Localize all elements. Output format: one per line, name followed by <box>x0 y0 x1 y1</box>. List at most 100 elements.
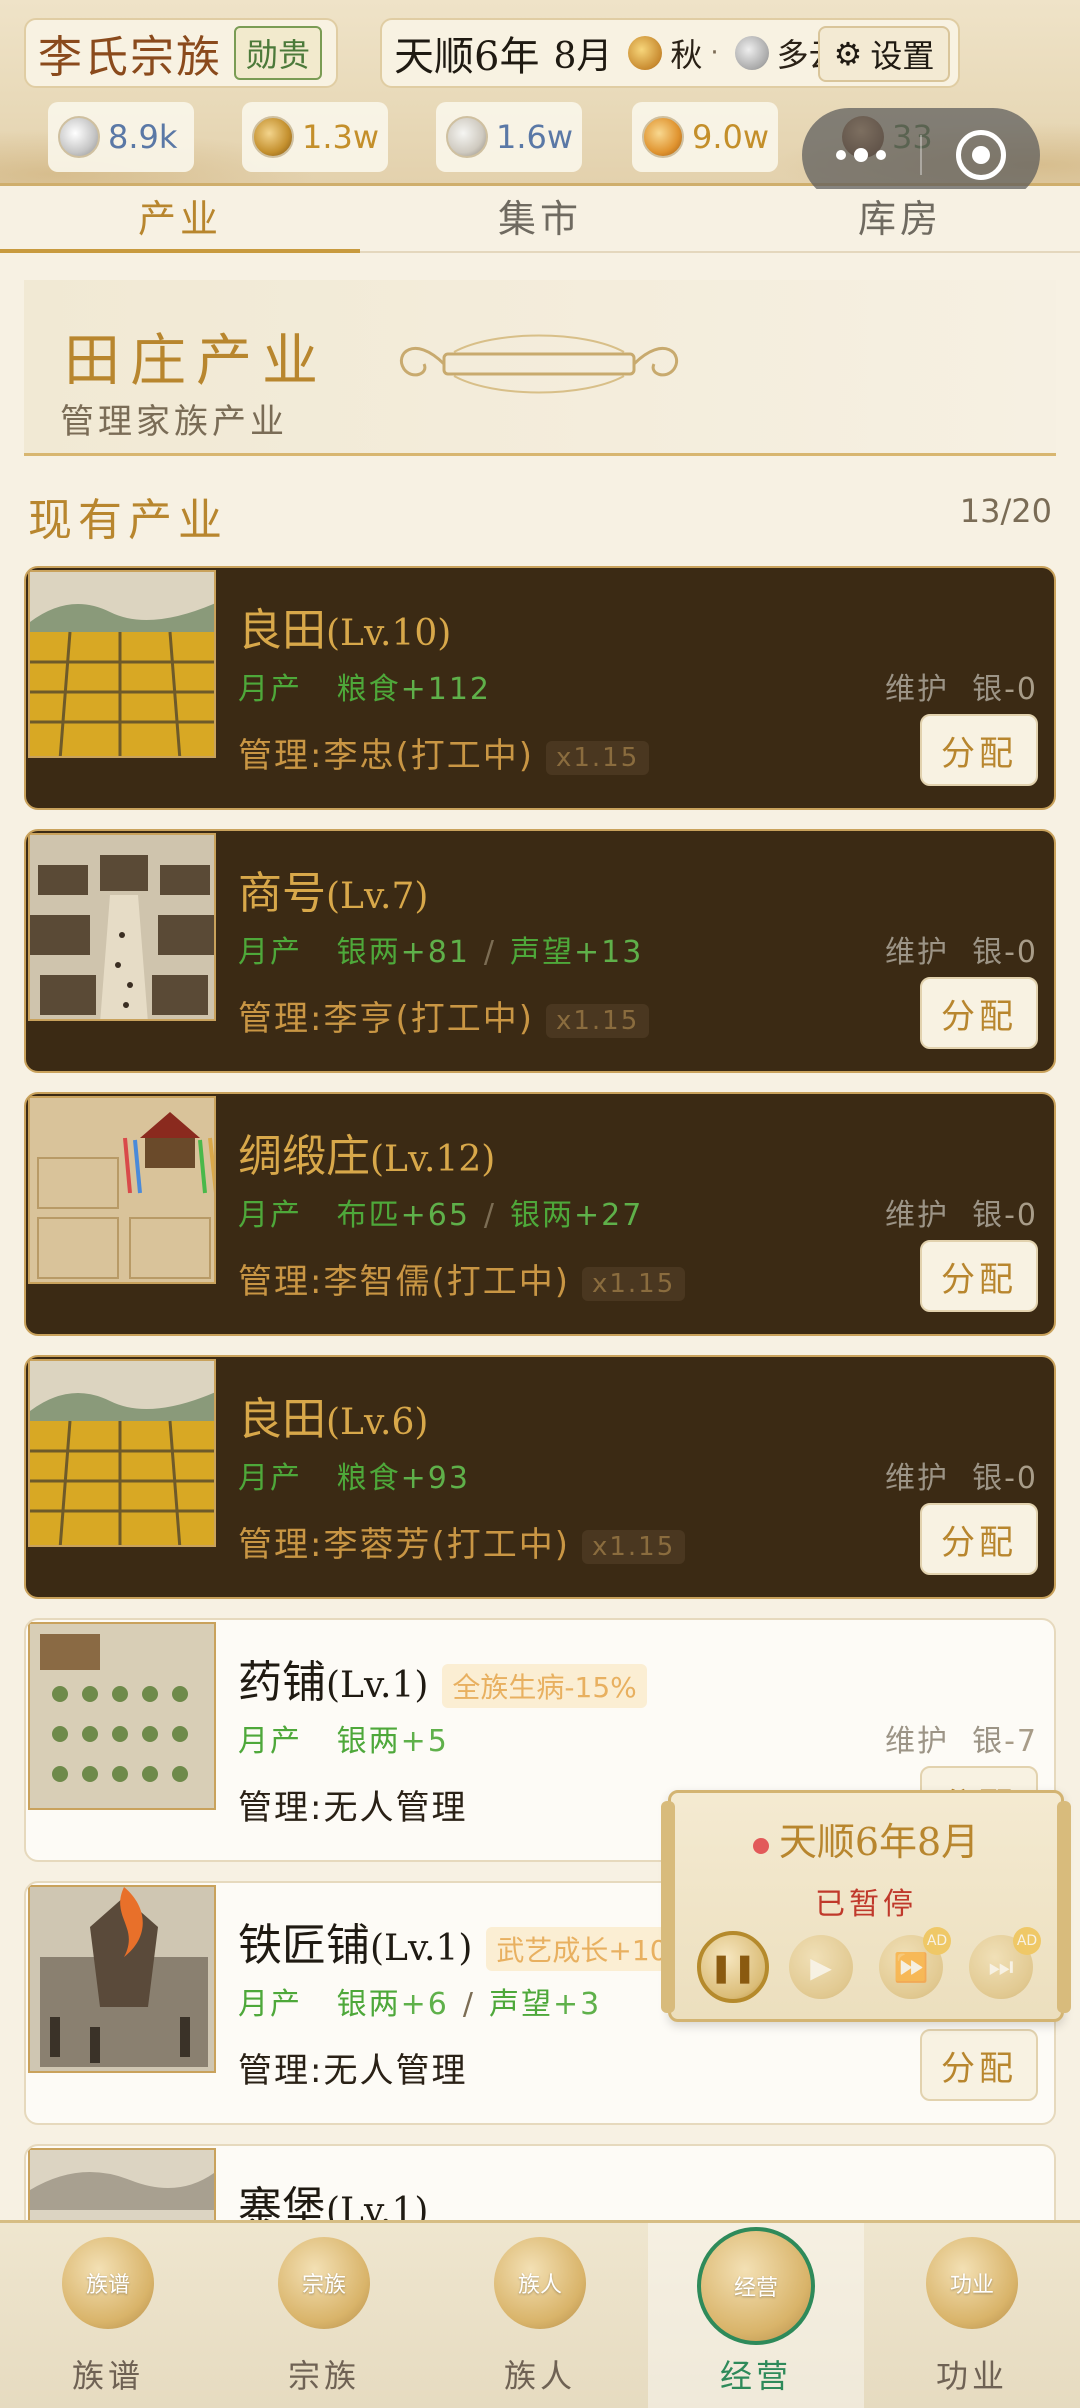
monthly-yield: 月产 布匹+65/银两+27 <box>238 1198 644 1233</box>
resource-value: 9.0w <box>692 118 770 156</box>
fast-forward-button[interactable]: ⏩ AD <box>879 1927 951 1999</box>
clan-name: 李氏宗族 <box>38 32 222 83</box>
settings-button[interactable]: ⚙ 设置 <box>818 26 950 82</box>
property-name: 商号(Lv.7) <box>238 868 429 919</box>
official-hat-icon: 功业 <box>926 2237 1018 2329</box>
silver-icon <box>58 116 100 158</box>
play-button[interactable]: ▶ <box>789 1935 853 1999</box>
season-icon <box>628 36 663 70</box>
property-name: 药铺(Lv.1) 全族生病-15% <box>238 1646 647 1710</box>
multiplier-badge: x1.15 <box>581 1266 686 1301</box>
resource-grain[interactable]: 1.3w <box>242 102 388 172</box>
nav-genealogy[interactable]: 族谱 族谱 <box>0 2223 216 2408</box>
manager-info: 管理:李智儒(打工中) x1.15 <box>238 1254 686 1303</box>
upkeep-cost: 维护 银-0 <box>885 1461 1038 1496</box>
prestige-icon <box>642 116 684 158</box>
miniprogram-capsule <box>802 108 1040 202</box>
assign-button[interactable]: 分配 <box>920 1503 1038 1575</box>
banner-title: 田庄产业 <box>64 329 328 394</box>
ancestral-hall-icon: 宗族 <box>278 2237 370 2329</box>
upkeep-cost: 维护 银-0 <box>885 935 1038 970</box>
resource-prestige[interactable]: 9.0w <box>632 102 778 172</box>
assign-button[interactable]: 分配 <box>920 1240 1038 1312</box>
manager-info: 管理:李忠(打工中) x1.15 <box>238 728 650 777</box>
section-title: 现有产业 <box>28 495 228 546</box>
time-panel-date: 天顺6年8月 <box>671 1811 1061 1866</box>
manager-info: 管理:李亨(打工中) x1.15 <box>238 991 650 1040</box>
resource-value: 8.9k <box>108 118 178 156</box>
pharmacy-image <box>28 1622 216 1810</box>
people-icon: 族人 <box>494 2237 586 2329</box>
property-card[interactable]: 绸缎庄(Lv.12) 月产 布匹+65/银两+27 维护 银-0 管理:李智儒(… <box>24 1092 1056 1336</box>
upkeep-cost: 维护 银-0 <box>885 672 1038 707</box>
nav-label: 族人 <box>503 2357 576 2395</box>
pause-icon: ❚❚ <box>709 1950 757 1984</box>
resource-silver[interactable]: 8.9k <box>48 102 194 172</box>
abacus-icon: 经营 <box>697 2227 815 2345</box>
monthly-yield: 月产 银两+5 <box>238 1724 449 1759</box>
farmland-image <box>28 570 216 758</box>
manager-info: 管理:李蓉芳(打工中) x1.15 <box>238 1517 686 1566</box>
nav-label: 族谱 <box>71 2357 144 2395</box>
gear-icon: ⚙ <box>833 35 863 73</box>
property-name: 良田(Lv.10) <box>238 605 452 656</box>
triple-forward-icon: ⏭ <box>988 1950 1014 1983</box>
close-miniprogram-button[interactable] <box>922 130 1040 180</box>
clan-info[interactable]: 李氏宗族 勋贵 <box>24 18 338 88</box>
monthly-yield: 月产 银两+81/声望+13 <box>238 935 644 970</box>
ad-badge: AD <box>1013 1927 1041 1955</box>
nav-label: 宗族 <box>287 2357 360 2395</box>
resource-value: 1.3w <box>302 118 380 156</box>
manager-info: 管理:无人管理 <box>238 2051 468 2091</box>
more-menu-button[interactable] <box>802 148 920 162</box>
property-count: 13/20 <box>959 492 1052 530</box>
estate-banner: 田庄产业 管理家族产业 <box>24 280 1056 456</box>
fast-forward-icon: ⏩ <box>893 1950 929 1984</box>
assign-button[interactable]: 分配 <box>920 977 1038 1049</box>
farmland-image <box>28 1359 216 1547</box>
property-name: 良田(Lv.6) <box>238 1394 429 1445</box>
upkeep-cost: 维护 银-0 <box>885 1198 1038 1233</box>
banner-subtitle: 管理家族产业 <box>60 402 288 442</box>
tab-market[interactable]: 集市 <box>360 189 720 251</box>
property-card[interactable]: 商号(Lv.7) 月产 银两+81/声望+13 维护 银-0 管理:李亨(打工中… <box>24 829 1056 1073</box>
manager-info: 管理:无人管理 <box>238 1788 468 1828</box>
nav-business[interactable]: 经营 经营 <box>648 2223 864 2408</box>
era-year: 天顺6年 <box>394 34 540 80</box>
multiplier-badge: x1.15 <box>581 1529 686 1564</box>
bottom-navigation: 族谱 族谱 宗族 宗族 族人 族人 经营 经营 功业 功业 <box>0 2220 1080 2408</box>
settings-label: 设置 <box>870 37 935 75</box>
dot-icon <box>876 150 886 160</box>
property-name: 绸缎庄(Lv.12) <box>238 1131 496 1182</box>
multiplier-badge: x1.15 <box>545 1003 650 1038</box>
rank-badge: 勋贵 <box>234 26 323 80</box>
dot-icon <box>854 148 868 162</box>
tab-industry[interactable]: 产业 <box>0 189 360 253</box>
separator: · <box>710 38 719 68</box>
season-label: 秋 <box>670 36 703 74</box>
monthly-yield: 月产 银两+6/声望+3 <box>238 1987 602 2022</box>
target-icon <box>956 130 1006 180</box>
nav-label: 功业 <box>935 2357 1008 2395</box>
play-icon: ▶ <box>810 1950 832 1984</box>
genealogy-book-icon: 族谱 <box>62 2237 154 2329</box>
nav-clan[interactable]: 宗族 宗族 <box>216 2223 432 2408</box>
assign-button[interactable]: 分配 <box>920 714 1038 786</box>
monthly-yield: 月产 粮食+112 <box>238 672 492 707</box>
resource-cloth[interactable]: 1.6w <box>436 102 582 172</box>
blacksmith-image <box>28 1885 216 2073</box>
effect-badge: 全族生病-15% <box>442 1663 647 1708</box>
time-status: 已暂停 <box>815 1887 917 1922</box>
resource-value: 1.6w <box>496 118 574 156</box>
shop-image <box>28 833 216 1021</box>
nav-achievements[interactable]: 功业 功业 <box>864 2223 1080 2408</box>
ad-badge: AD <box>923 1927 951 1955</box>
top-tabs: 产业 集市 库房 <box>0 189 1080 253</box>
property-card[interactable]: 良田(Lv.6) 月产 粮食+93 维护 银-0 管理:李蓉芳(打工中) x1.1… <box>24 1355 1056 1599</box>
assign-button[interactable]: 分配 <box>920 2029 1038 2101</box>
tab-warehouse[interactable]: 库房 <box>720 189 1080 251</box>
pause-button[interactable]: ❚❚ <box>697 1931 769 2003</box>
property-card[interactable]: 良田(Lv.10) 月产 粮食+112 维护 银-0 管理:李忠(打工中) x1.… <box>24 566 1056 810</box>
nav-members[interactable]: 族人 族人 <box>432 2223 648 2408</box>
fastest-forward-button[interactable]: ⏭ AD <box>969 1927 1041 1999</box>
